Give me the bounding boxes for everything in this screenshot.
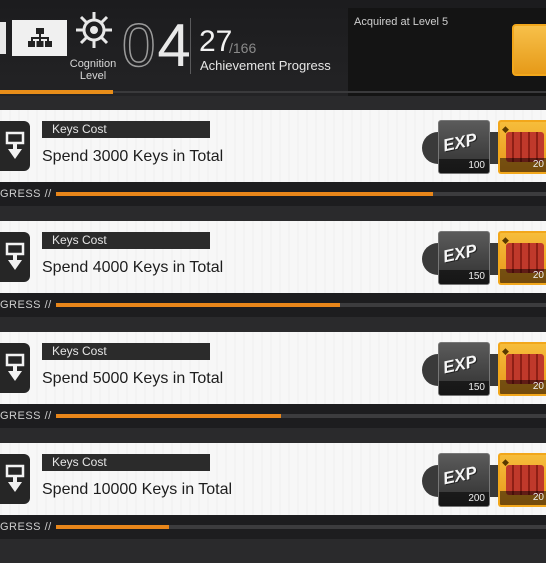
progress-label: GRESS // xyxy=(0,188,52,200)
key-achievement-icon xyxy=(5,353,25,381)
box-reward-qty: 20 xyxy=(500,380,546,394)
progress-label: GRESS // xyxy=(0,521,52,533)
achievement-count: 27 xyxy=(199,25,233,58)
achievement-category: Keys Cost xyxy=(42,343,210,360)
exp-reward-item[interactable]: EXP 200 xyxy=(438,453,490,507)
achievement-row[interactable]: Keys Cost Spend 3000 Keys in Total EXP 1… xyxy=(0,110,546,218)
exp-reward-qty: 150 xyxy=(439,381,489,395)
box-reward-qty: 20 xyxy=(500,491,546,505)
achievement-title: Spend 5000 Keys in Total xyxy=(42,370,224,387)
achievement-icon-tile xyxy=(0,343,30,393)
progress-strip: GRESS // xyxy=(0,182,546,206)
exp-reward-item[interactable]: EXP 150 xyxy=(438,342,490,396)
achievement-icon-tile xyxy=(0,454,30,504)
progress-strip: GRESS // xyxy=(0,515,546,539)
header-divider xyxy=(190,18,191,74)
achievement-card[interactable]: Keys Cost Spend 4000 Keys in Total EXP 1… xyxy=(0,221,546,293)
achievement-card[interactable]: Keys Cost Spend 5000 Keys in Total EXP 1… xyxy=(0,332,546,404)
supply-box-reward-item[interactable]: ◆ 20 xyxy=(498,342,546,396)
supply-box-reward-item[interactable]: ◆ 20 xyxy=(498,120,546,174)
exp-icon: EXP xyxy=(441,240,479,267)
supply-box-reward-item[interactable]: ◆ 20 xyxy=(498,453,546,507)
exp-reward-qty: 200 xyxy=(439,492,489,506)
reward-group: EXP 200 ◆ 20 xyxy=(422,453,546,507)
progress-bar-fill xyxy=(56,192,434,196)
exp-icon: EXP xyxy=(441,351,479,378)
progress-strip: GRESS // xyxy=(0,293,546,317)
progress-bar-track xyxy=(56,192,546,196)
progress-bar-track xyxy=(56,525,546,529)
achievement-progress-label: Achievement Progress xyxy=(200,58,331,73)
box-reward-qty: 20 xyxy=(500,158,546,172)
achievement-category: Keys Cost xyxy=(42,454,210,471)
progress-bar-fill xyxy=(56,414,282,418)
reward-group: EXP 100 ◆ 20 xyxy=(422,120,546,174)
progress-label: GRESS // xyxy=(0,299,52,311)
brain-circuit-icon xyxy=(76,12,112,48)
exp-icon: EXP xyxy=(441,129,479,156)
achievement-total: /166 xyxy=(229,40,257,56)
level-reward-box-icon[interactable] xyxy=(512,24,546,76)
achievement-row[interactable]: Keys Cost Spend 4000 Keys in Total EXP 1… xyxy=(0,221,546,329)
achievement-icon-tile xyxy=(0,121,30,171)
progress-bar-track xyxy=(56,303,546,307)
progress-label: GRESS // xyxy=(0,410,52,422)
achievement-row[interactable]: Keys Cost Spend 5000 Keys in Total EXP 1… xyxy=(0,332,546,440)
exp-icon: EXP xyxy=(441,462,479,489)
exp-reward-item[interactable]: EXP 100 xyxy=(438,120,490,174)
achievement-icon-tile xyxy=(0,232,30,282)
achievement-title: Spend 3000 Keys in Total xyxy=(42,148,224,165)
progress-bar-fill xyxy=(56,525,169,529)
achievement-title: Spend 10000 Keys in Total xyxy=(42,481,233,498)
supply-box-reward-item[interactable]: ◆ 20 xyxy=(498,231,546,285)
exp-reward-qty: 150 xyxy=(439,270,489,284)
back-tab-edge[interactable] xyxy=(0,22,6,54)
level-reward-note: Acquired at Level 5 xyxy=(354,16,449,28)
cognition-level-value: 04 xyxy=(121,12,193,79)
achievement-title: Spend 4000 Keys in Total xyxy=(42,259,224,276)
hierarchy-icon xyxy=(27,28,52,47)
key-achievement-icon xyxy=(5,242,25,270)
header-bar: Cognition Level 04 27 /166 Achievement P… xyxy=(0,0,546,96)
tab-hierarchy[interactable] xyxy=(12,20,67,56)
key-achievement-icon xyxy=(5,464,25,492)
achievement-card[interactable]: Keys Cost Spend 10000 Keys in Total EXP … xyxy=(0,443,546,515)
reward-group: EXP 150 ◆ 20 xyxy=(422,231,546,285)
exp-reward-item[interactable]: EXP 150 xyxy=(438,231,490,285)
achievement-row[interactable]: Keys Cost Spend 10000 Keys in Total EXP … xyxy=(0,443,546,551)
achievement-category: Keys Cost xyxy=(42,232,210,249)
progress-strip: GRESS // xyxy=(0,404,546,428)
progress-bar-track xyxy=(56,414,546,418)
progress-bar-fill xyxy=(56,303,341,307)
key-achievement-icon xyxy=(5,131,25,159)
header-accent-line xyxy=(0,90,113,94)
reward-group: EXP 150 ◆ 20 xyxy=(422,342,546,396)
cognition-level-label: Cognition Level xyxy=(69,58,117,82)
achievement-category: Keys Cost xyxy=(42,121,210,138)
box-reward-qty: 20 xyxy=(500,269,546,283)
header-divider-line xyxy=(113,91,546,93)
achievement-card[interactable]: Keys Cost Spend 3000 Keys in Total EXP 1… xyxy=(0,110,546,182)
exp-reward-qty: 100 xyxy=(439,159,489,173)
